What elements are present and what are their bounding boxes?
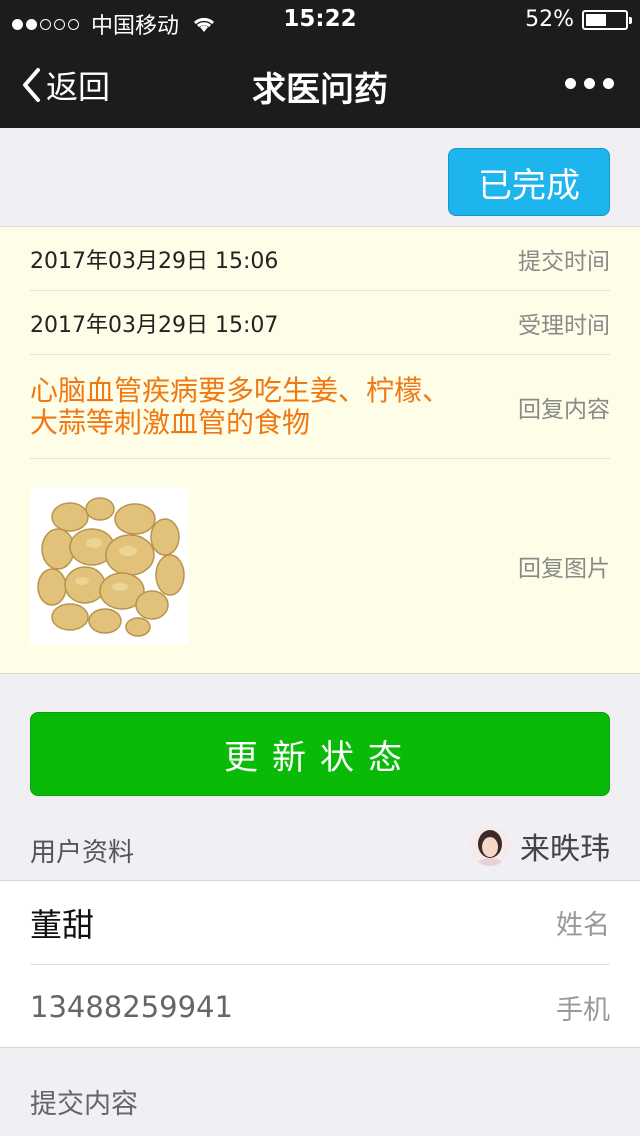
completed-status-button[interactable]: 已完成 [448,148,610,216]
avatar [470,826,510,866]
reply-info-panel: 2017年03月29日 15:06 提交时间 2017年03月29日 15:07… [0,226,640,674]
nav-bar: 返回 求医问药 [0,40,640,128]
account-info[interactable]: 来昳玮 [470,824,610,868]
user-profile-label: 用户资料 [30,838,135,868]
page-title: 求医问药 [252,70,388,110]
submit-time-row: 2017年03月29日 15:06 提交时间 [30,227,610,291]
update-status-button[interactable]: 更新状态 [30,712,610,796]
status-area: 已完成 [0,128,640,226]
status-right: 52% [525,7,632,32]
status-bar: 中国移动 15:22 52% [0,0,640,40]
phone-label: 手机 [556,994,610,1026]
reply-image-label: 回复图片 [518,556,610,582]
reply-image-row: 回复图片 [30,459,610,673]
more-menu-icon[interactable] [565,78,614,89]
user-info-card: 董甜 姓名 13488259941 手机 [0,880,640,1048]
name-value: 董甜 [30,905,95,944]
reply-content-label: 回复内容 [518,396,610,423]
battery-percent: 52% [525,7,574,32]
reply-content-row: 心脑血管疾病要多吃生姜、柠檬、大蒜等刺激血管的食物 回复内容 [30,355,610,459]
reply-content-value: 心脑血管疾病要多吃生姜、柠檬、大蒜等刺激血管的食物 [30,373,451,439]
name-label: 姓名 [556,910,610,941]
submit-content-label: 提交内容 [30,1089,138,1120]
submit-time-value: 2017年03月29日 15:06 [30,248,279,274]
phone-value[interactable]: 13488259941 [30,990,233,1024]
name-row: 董甜 姓名 [30,881,610,965]
ginger-image[interactable] [30,487,188,645]
account-name: 来昳玮 [520,832,610,867]
battery-icon [582,9,632,30]
accept-time-label: 受理时间 [518,312,610,339]
accept-time-value: 2017年03月29日 15:07 [30,312,279,338]
accept-time-row: 2017年03月29日 15:07 受理时间 [30,291,610,355]
submit-time-label: 提交时间 [518,248,610,275]
user-profile-header: 用户资料 来昳玮 [0,812,640,880]
phone-row: 13488259941 手机 [30,965,610,1049]
